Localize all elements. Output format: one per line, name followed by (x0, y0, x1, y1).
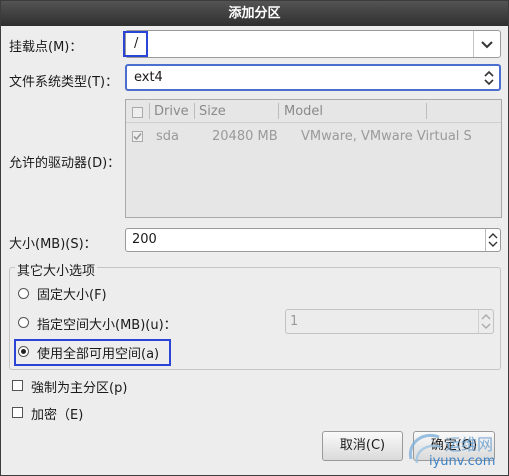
mount-point-label: 挂载点(M)： (9, 40, 83, 55)
spin-arrows-icon (481, 314, 491, 329)
checkmark-icon (133, 132, 142, 141)
encrypt-checkbox[interactable] (12, 407, 23, 418)
updown-chevron-icon (484, 70, 494, 86)
force-primary-checkbox[interactable] (12, 380, 23, 391)
force-primary-label[interactable]: 強制为主分区(p) (31, 377, 127, 396)
watermark-text: 运维网 (445, 435, 494, 454)
fixed-size-label[interactable]: 固定大小(F) (37, 284, 107, 303)
fs-type-value: ext4 (134, 70, 163, 85)
size-value: 200 (132, 232, 157, 247)
column-header-drive[interactable]: Drive (154, 104, 189, 119)
up-to-size-radio[interactable] (18, 317, 29, 328)
other-size-group-title: 其它大小选项 (15, 260, 98, 279)
watermark-url: iyunv.com (429, 454, 496, 469)
drive-name: sda (156, 129, 179, 144)
up-to-size-spinbox[interactable]: 1 (285, 309, 494, 334)
size-spin-buttons[interactable] (485, 229, 500, 251)
spin-arrows-icon (488, 233, 498, 247)
up-to-size-value: 1 (290, 314, 299, 329)
size-label: 大小(MB)(S)： (9, 237, 97, 252)
select-all-checkbox[interactable] (132, 107, 143, 118)
column-header-model[interactable]: Model (284, 104, 323, 119)
chevron-down-icon (481, 41, 493, 49)
cancel-button[interactable]: 取消(C) (322, 431, 403, 461)
drives-table: Drive Size Model sda 20480 MB VMware, VM… (125, 99, 502, 218)
mount-point-combobox[interactable]: / (125, 30, 501, 58)
add-partition-dialog: 添加分区 挂载点(M)： / 文件系统类型(T)： ext4 允许的驱动器(D)… (0, 0, 509, 476)
drive-size: 20480 MB (212, 129, 278, 144)
drive-checkbox[interactable] (132, 131, 143, 142)
size-spinbox[interactable]: 200 (125, 228, 501, 252)
fill-all-highlight (14, 339, 171, 366)
fs-type-select[interactable]: ext4 (125, 64, 501, 91)
dialog-title: 添加分区 (1, 1, 508, 26)
encrypt-label[interactable]: 加密（E) (31, 404, 83, 423)
mount-point-dropdown-button[interactable] (473, 31, 500, 57)
mount-point-highlight (123, 31, 148, 57)
fixed-size-radio[interactable] (18, 288, 29, 299)
drives-label: 允许的驱动器(D)： (9, 156, 121, 171)
drive-model: VMware, VMware Virtual S (301, 129, 472, 144)
up-to-size-label[interactable]: 指定空间大小(MB)(u)： (37, 314, 177, 333)
fs-type-label: 文件系统类型(T)： (9, 75, 119, 90)
site-watermark: 运维网 iyunv.com (405, 429, 509, 475)
up-to-size-spin-buttons[interactable] (478, 310, 493, 333)
column-header-size[interactable]: Size (199, 104, 226, 119)
